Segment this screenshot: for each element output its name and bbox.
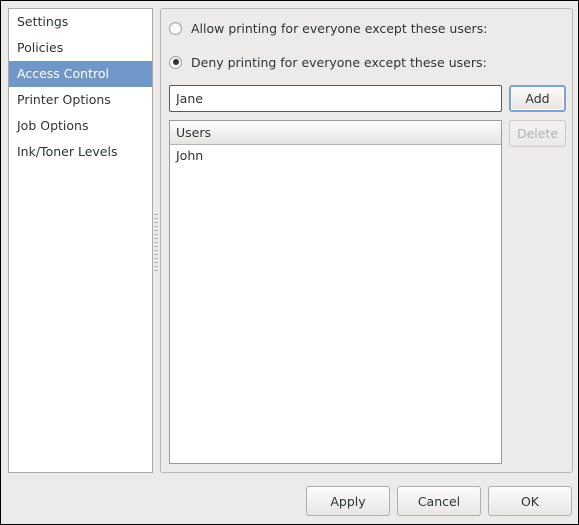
radio-allow-icon[interactable]: [169, 21, 182, 35]
sidebar-item-label: Policies: [17, 40, 64, 55]
sidebar-item-label: Access Control: [17, 66, 109, 81]
cancel-button[interactable]: Cancel: [397, 486, 481, 516]
ok-button[interactable]: OK: [488, 486, 572, 516]
sidebar-item-printer-options[interactable]: Printer Options: [9, 87, 152, 113]
sidebar-item-access-control[interactable]: Access Control: [9, 61, 152, 87]
sidebar-item-policies[interactable]: Policies: [9, 35, 152, 61]
sidebar-item-label: Printer Options: [17, 92, 111, 107]
users-list[interactable]: Users John: [169, 120, 502, 464]
sidebar-item-label: Job Options: [17, 118, 89, 133]
sidebar-item-settings[interactable]: Settings: [9, 9, 152, 35]
sidebar-item-label: Ink/Toner Levels: [17, 144, 118, 159]
sidebar-item-job-options[interactable]: Job Options: [9, 113, 152, 139]
radio-deny-icon[interactable]: [169, 55, 182, 69]
sidebar-item-ink-toner-levels[interactable]: Ink/Toner Levels: [9, 139, 152, 165]
user-name-input[interactable]: [169, 85, 502, 112]
deny-printing-label: Deny printing for everyone except these …: [191, 54, 487, 70]
splitter-grip-icon: [154, 214, 158, 274]
users-column-header: Users: [170, 121, 501, 145]
allow-printing-label: Allow printing for everyone except these…: [191, 20, 488, 36]
add-user-button[interactable]: Add: [509, 85, 566, 112]
printer-properties-dialog: Settings Policies Access Control Printer…: [1, 1, 578, 524]
list-item[interactable]: John: [170, 145, 501, 167]
access-control-panel: Allow printing for everyone except these…: [160, 8, 573, 473]
deny-printing-radio-row[interactable]: Deny printing for everyone except these …: [169, 53, 487, 71]
pane-splitter[interactable]: [153, 8, 160, 473]
delete-user-button[interactable]: Delete: [509, 120, 566, 147]
category-sidebar: Settings Policies Access Control Printer…: [8, 8, 153, 473]
allow-printing-radio-row[interactable]: Allow printing for everyone except these…: [169, 19, 487, 37]
sidebar-item-label: Settings: [17, 14, 69, 29]
apply-button[interactable]: Apply: [306, 486, 390, 516]
